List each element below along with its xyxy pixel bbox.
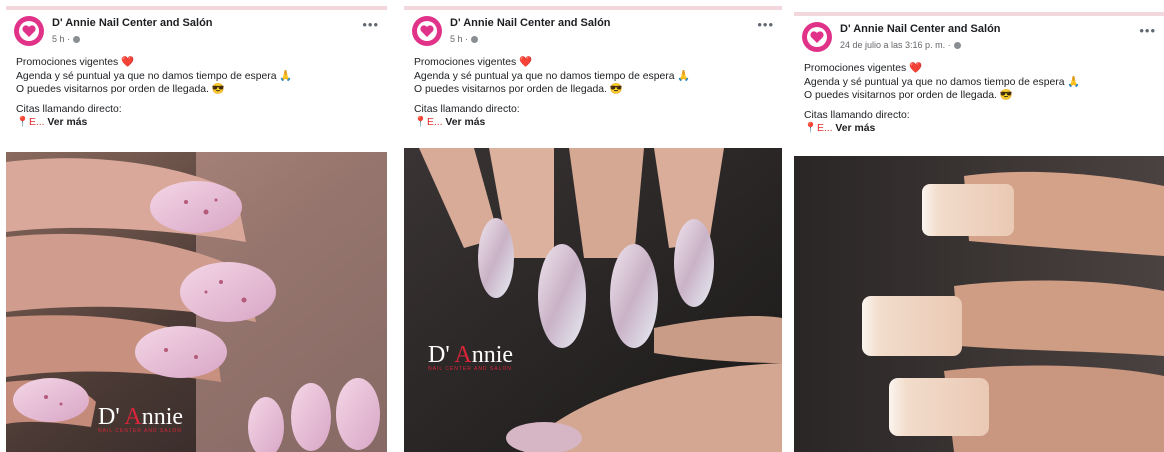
facebook-post-2: D' Annie Nail Center and Salón 5 h · •••… (404, 6, 782, 452)
post-meta: 5 h · (52, 34, 81, 44)
heart-logo-icon (417, 21, 437, 41)
post-truncated-line: 📍E... Ver más (414, 116, 774, 130)
more-options-icon[interactable]: ••• (362, 18, 379, 31)
post-time[interactable]: 24 de julio a las 3:16 p. m. · (840, 40, 951, 50)
page-name-link[interactable]: D' Annie Nail Center and Salón (450, 17, 611, 29)
page-avatar[interactable] (14, 16, 44, 46)
more-options-icon[interactable]: ••• (1139, 24, 1156, 37)
heart-logo-icon (19, 21, 39, 41)
pink-glitter-nails-image (6, 152, 387, 452)
globe-icon (953, 41, 961, 49)
post-time[interactable]: 5 h · (52, 34, 70, 44)
truncated-text: 📍E... (414, 117, 443, 128)
post-photo[interactable] (794, 156, 1164, 452)
page-avatar[interactable] (802, 22, 832, 52)
post-top-border (404, 6, 782, 10)
post-text: Promociones vigentes ❤️ Agenda y sé punt… (16, 56, 379, 130)
see-more-link[interactable]: Ver más (445, 117, 485, 128)
post-line: O puedes visitarnos por orden de llegada… (414, 84, 623, 95)
post-truncated-line: 📍E... Ver más (16, 116, 379, 130)
see-more-link[interactable]: Ver más (835, 123, 875, 134)
post-line: O puedes visitarnos por orden de llegada… (16, 84, 225, 95)
post-line: Citas llamando directo: (16, 103, 122, 115)
more-options-icon[interactable]: ••• (757, 18, 774, 31)
post-line: Agenda y sé puntual ya que no damos tiem… (804, 76, 1081, 88)
post-time[interactable]: 5 h · (450, 34, 468, 44)
post-line: Agenda y sé puntual ya que no damos tiem… (414, 70, 691, 82)
post-text: Promociones vigentes ❤️ Agenda y sé punt… (414, 56, 774, 130)
page-name-link[interactable]: D' Annie Nail Center and Salón (52, 17, 213, 29)
logo-subtext: NAIL CENTER AND SALON (428, 366, 512, 372)
post-line: Agenda y sé puntual ya que no damos tiem… (16, 70, 293, 82)
salon-logo-watermark: D' Annie NAIL CENTER AND SALON (428, 342, 513, 372)
post-meta: 5 h · (450, 34, 479, 44)
post-line: Promociones vigentes ❤️ (804, 63, 923, 74)
post-top-border (6, 6, 387, 10)
see-more-link[interactable]: Ver más (47, 117, 87, 128)
post-line: Promociones vigentes ❤️ (414, 57, 533, 68)
logo-text: D' Annie (428, 342, 514, 368)
heart-logo-icon (807, 27, 827, 47)
facebook-post-1: D' Annie Nail Center and Salón 5 h · •••… (6, 6, 387, 452)
post-line: O puedes visitarnos por orden de llegada… (804, 90, 1013, 101)
post-truncated-line: 📍E... Ver más (804, 122, 1156, 136)
logo-text: D' Annie (98, 404, 184, 430)
truncated-text: 📍E... (16, 117, 45, 128)
truncated-text: 📍E... (804, 123, 833, 134)
post-top-border (794, 12, 1164, 16)
globe-icon (471, 35, 479, 43)
salon-logo-watermark: D' Annie NAIL CENTER AND SALON (98, 404, 183, 434)
chrome-almond-nails-image (404, 148, 782, 452)
post-photo[interactable]: D' Annie NAIL CENTER AND SALON (6, 152, 387, 452)
page-name-link[interactable]: D' Annie Nail Center and Salón (840, 23, 1001, 35)
post-text: Promociones vigentes ❤️ Agenda y sé punt… (804, 62, 1156, 136)
globe-icon (73, 35, 81, 43)
post-line: Promociones vigentes ❤️ (16, 57, 135, 68)
french-square-nails-image (794, 156, 1164, 452)
post-line: Citas llamando directo: (804, 109, 910, 121)
page-avatar[interactable] (412, 16, 442, 46)
logo-subtext: NAIL CENTER AND SALON (98, 428, 182, 434)
post-photo[interactable]: D' Annie NAIL CENTER AND SALON (404, 148, 782, 452)
post-meta: 24 de julio a las 3:16 p. m. · (840, 40, 961, 50)
facebook-post-3: D' Annie Nail Center and Salón 24 de jul… (794, 12, 1164, 452)
post-line: Citas llamando directo: (414, 103, 520, 115)
